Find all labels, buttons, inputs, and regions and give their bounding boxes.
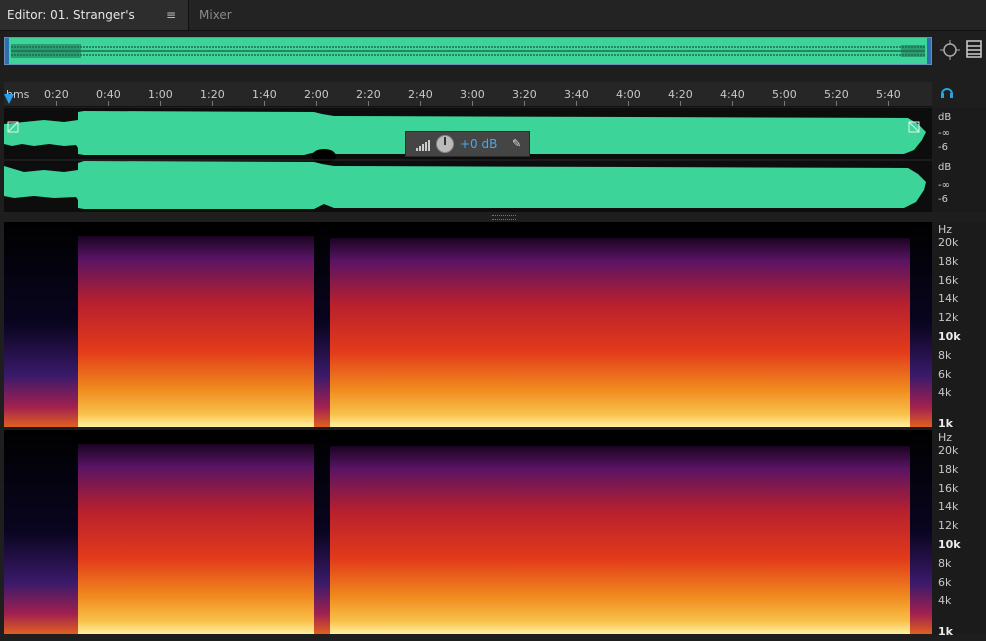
tab-mixer[interactable]: Mixer bbox=[188, 0, 254, 30]
hz-tick-label: 1k bbox=[938, 417, 953, 431]
spectrogram-ch2 bbox=[4, 430, 932, 634]
hz-tick-label: 14k bbox=[938, 292, 959, 306]
spectrogram-ch1 bbox=[4, 222, 932, 427]
hud-volume-value[interactable]: +0 dB bbox=[460, 137, 497, 151]
tab-editor[interactable]: Editor: 01. Stranger's Fate.mp3 bbox=[0, 0, 188, 52]
hz-tick-label: 18k bbox=[938, 254, 959, 268]
pin-icon[interactable]: ✎ bbox=[512, 137, 521, 150]
ruler-tick-label: 0:20 bbox=[44, 88, 69, 101]
panel-menu-icon[interactable] bbox=[966, 40, 982, 58]
hz-tick-label: 6k bbox=[938, 367, 952, 381]
hz-tick-label: 12k bbox=[938, 519, 959, 533]
overview-waveform[interactable] bbox=[4, 37, 932, 65]
ruler-tick-label: 2:20 bbox=[356, 88, 381, 101]
ruler-tick-label: 5:20 bbox=[824, 88, 849, 101]
waveform-editor[interactable] bbox=[4, 108, 932, 212]
hz-tick-label: 16k bbox=[938, 273, 959, 287]
ruler-tick-label: 3:00 bbox=[460, 88, 485, 101]
time-ruler[interactable]: hms 0:20 0:40 1:00 1:20 1:40 2:00 2:20 2:40 3:00… bbox=[4, 82, 932, 107]
hz-tick-label: 20k bbox=[938, 444, 959, 457]
hud-level-icon bbox=[416, 140, 430, 151]
hz-tick-label: 10k bbox=[938, 330, 961, 343]
hz-tick-label: 20k bbox=[938, 236, 959, 249]
overview-wave-lines bbox=[11, 44, 925, 58]
ruler-tick bbox=[888, 101, 889, 106]
tab-mixer-label: Mixer bbox=[199, 8, 232, 22]
hz-scale-ch2: Hz 20k 18k 16k 14k 12k 10k 8k 6k 4k 1k bbox=[932, 430, 986, 638]
ruler-tick bbox=[368, 101, 369, 106]
hz-tick-label: 14k bbox=[938, 500, 959, 514]
ruler-tick bbox=[628, 101, 629, 106]
spectral-display-ch1[interactable] bbox=[4, 222, 932, 427]
ruler-tick bbox=[576, 101, 577, 106]
hz-tick-label: 10k bbox=[938, 538, 961, 551]
ruler-tick-label: 1:40 bbox=[252, 88, 277, 101]
db-unit-ch1: dB bbox=[938, 112, 952, 123]
ruler-tick-label: 2:40 bbox=[408, 88, 433, 101]
ruler-tick bbox=[56, 101, 57, 106]
ruler-tick bbox=[524, 101, 525, 106]
hud-knob-icon[interactable] bbox=[436, 135, 454, 153]
divider-grip[interactable] bbox=[492, 215, 516, 220]
db-inf-ch2: -∞ bbox=[938, 180, 950, 191]
ruler-tick bbox=[212, 101, 213, 106]
ruler-tick bbox=[108, 101, 109, 106]
ruler-tick bbox=[472, 101, 473, 106]
zoom-icon[interactable] bbox=[940, 40, 960, 60]
ruler-tick-label: 0:40 bbox=[96, 88, 121, 101]
hz-tick-label: 18k bbox=[938, 462, 959, 476]
hz-tick-label: 8k bbox=[938, 556, 952, 570]
panel-divider[interactable] bbox=[0, 212, 986, 222]
ruler-tick bbox=[784, 101, 785, 106]
tab-menu-icon[interactable]: ≡ bbox=[166, 0, 176, 30]
hz-tick-label: 4k bbox=[938, 594, 952, 608]
ruler-tick-label: 4:00 bbox=[616, 88, 641, 101]
db-unit-ch2: dB bbox=[938, 162, 952, 173]
hz-tick-label: 1k bbox=[938, 625, 953, 639]
ruler-tick-label: 4:20 bbox=[668, 88, 693, 101]
ruler-tick-label: 3:40 bbox=[564, 88, 589, 101]
ruler-tick-label: 3:20 bbox=[512, 88, 537, 101]
ruler-tick bbox=[732, 101, 733, 106]
waveform-channels bbox=[4, 111, 932, 209]
db-scale: dB -∞ -6 dB -∞ -6 bbox=[932, 108, 986, 212]
playhead-marker[interactable] bbox=[4, 94, 14, 104]
ruler-tick bbox=[316, 101, 317, 106]
ruler-tick bbox=[836, 101, 837, 106]
headphone-icon[interactable] bbox=[940, 85, 954, 99]
ruler-tick-label: 1:20 bbox=[200, 88, 225, 101]
hz-tick-label: 12k bbox=[938, 311, 959, 325]
ruler-tick bbox=[420, 101, 421, 106]
hz-tick-label: 6k bbox=[938, 575, 952, 589]
hz-unit: Hz bbox=[938, 223, 953, 236]
ruler-tick bbox=[264, 101, 265, 106]
ruler-tick bbox=[160, 101, 161, 106]
overview-right-handle[interactable] bbox=[927, 38, 931, 64]
spectral-display-ch2[interactable] bbox=[4, 430, 932, 634]
hz-tick-label: 4k bbox=[938, 386, 952, 400]
tab-bar: Editor: 01. Stranger's Fate.mp3 ≡ Mixer bbox=[0, 0, 986, 52]
db-minus6-ch1: -6 bbox=[938, 142, 948, 153]
ruler-tick-label: 4:40 bbox=[720, 88, 745, 101]
db-inf-ch1: -∞ bbox=[938, 128, 950, 139]
ruler-tick bbox=[680, 101, 681, 106]
hz-scale-ch1: Hz 20k 18k 16k 14k 12k 10k 8k 6k 4k 1k bbox=[932, 222, 986, 431]
hz-tick-label: 16k bbox=[938, 481, 959, 495]
ruler-tick-label: 2:00 bbox=[304, 88, 329, 101]
hz-unit: Hz bbox=[938, 431, 953, 444]
volume-hud[interactable]: +0 dB ✎ bbox=[405, 131, 530, 157]
db-minus6-ch2: -6 bbox=[938, 194, 948, 205]
ruler-tick-label: 5:40 bbox=[876, 88, 901, 101]
hz-tick-label: 8k bbox=[938, 348, 952, 362]
ruler-tick-label: 1:00 bbox=[148, 88, 173, 101]
ruler-tick-label: 5:00 bbox=[772, 88, 797, 101]
